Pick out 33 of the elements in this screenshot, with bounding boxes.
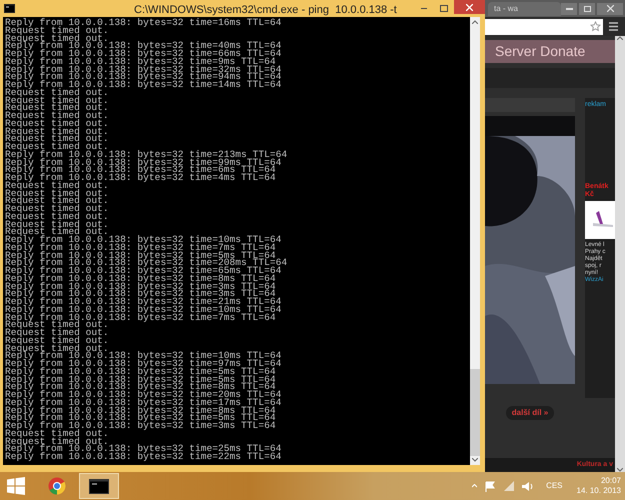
clock[interactable]: 20:07 14. 10. 2013 [576,476,621,496]
menu-icon[interactable] [609,22,618,31]
console-icon [4,4,15,13]
maximize-button[interactable] [579,2,595,14]
next-part-button[interactable]: další díl » [506,406,554,420]
time-text: 20:07 [600,476,621,486]
date-text: 14. 10. 2013 [576,486,621,496]
close-icon [606,5,614,12]
minimize-button[interactable] [561,2,577,14]
speaker-icon[interactable] [522,480,534,492]
close-icon [466,4,473,10]
scroll-up-icon[interactable] [472,20,478,24]
flag-icon[interactable] [485,480,496,492]
scroll-down-icon[interactable] [472,458,478,462]
console-icon [89,478,109,494]
language-indicator[interactable]: CES [546,480,563,492]
address-bar[interactable] [485,18,603,34]
scroll-up-icon[interactable] [617,36,623,40]
windows-logo-icon[interactable] [7,477,25,495]
window-title: C:\WINDOWS\system32\cmd.exe - ping 10.0.0.138 -t [134,3,397,18]
scroll-thumb[interactable] [470,369,480,456]
taskbar-button[interactable] [79,473,119,499]
scrollbar[interactable] [615,36,625,472]
star-icon[interactable] [590,21,601,32]
close-button[interactable] [597,2,623,14]
scrollbar[interactable] [470,17,480,465]
browser-tab[interactable]: ta - wa [488,2,561,16]
console-output: Reply from 10.0.0.138: bytes=32 time=16ms TTL=64 Request timed out. Request timed out. Reply from 10.0.0.138: bytes=32 time=40ms TTL=64 Reply from 10.0.0.138: bytes=32 time=66ms TTL=64 Reply from 10.0.0.138: bytes=32 time=9ms TTL=64 Reply from 10.0.0.138: bytes=32 time=32ms TTL=64 Reply from 10.0.0.138: bytes=32 time=94ms TTL=64 Reply from 10.0.0.138: bytes=32 time=14ms TTL=64 Request timed out. Request timed out. Request timed out. Request timed out. Request timed out. Request timed out. Request timed out. Request timed out. Reply from 10.0.0.138: bytes=32 time=213ms TTL=64 Reply from 10.0.0.138: bytes=32 time=99ms TTL=64 Reply from 10.0.0.138: bytes=32 time=6ms TTL=64 Reply from 10.0.0.138: bytes=32 time=4ms TTL=64 Request timed out. Request timed out. Request timed out. Request timed out. Request timed out. Request timed out. Request timed out. Reply from 10.0.0.138: bytes=32 time=10ms TTL=64 Reply from 10.0.0.138: bytes=32 time=7ms TTL=64 Reply from 10.0.0.138: bytes=32 time=5ms TTL=64 Reply from 10.0.0.138: bytes=32 time=208ms TTL=64 Reply from 10.0.0.138: bytes=32 time=65ms TTL=64 Reply from 10.0.0.138: bytes=32 time=8ms TTL=64 Reply from 10.0.0.138: bytes=32 time=3ms TTL=64 Reply from 10.0.0.138: bytes=32 time=3ms TTL=64 Reply from 10.0.0.138: bytes=32 time=21ms TTL=64 Reply from 10.0.0.138: bytes=32 time=10ms TTL=64 Reply from 10.0.0.138: bytes=32 time=7ms TTL=64 Request timed out. Request timed out. Request timed out. Request timed out. Reply from 10.0.0.138: bytes=32 time=10ms TTL=64 Reply from 10.0.0.138: bytes=32 time=97ms TTL=64 Reply from 10.0.0.138: bytes=32 time=5ms TTL=64 Reply from 10.0.0.138: bytes=32 time=5ms TTL=64 Reply from 10.0.0.138: bytes=32 time=8ms TTL=64 Reply from 10.0.0.138: bytes=32 time=20ms TTL=64 Reply from 10.0.0.138: bytes=32 time=17ms TTL=64 Reply from 10.0.0.138: bytes=32 time=8ms TTL=64 Reply from 10.0.0.138: bytes=32 time=5ms TTL=64 Reply from 10.0.0.138: bytes=32 time=3ms TTL=64 Request timed out. Request timed out. Reply from 10.0.0.138: bytes=32 time=25ms TTL=64 Reply from 10.0.0.138: bytes=32 time=22ms TTL=64 [4,17,288,461]
banner-title: Server Donate [495,42,586,61]
chrome-icon [48,477,66,495]
scroll-down-icon[interactable] [617,468,623,472]
close-button[interactable] [454,0,485,14]
show-hidden-icons-icon[interactable] [472,484,478,488]
